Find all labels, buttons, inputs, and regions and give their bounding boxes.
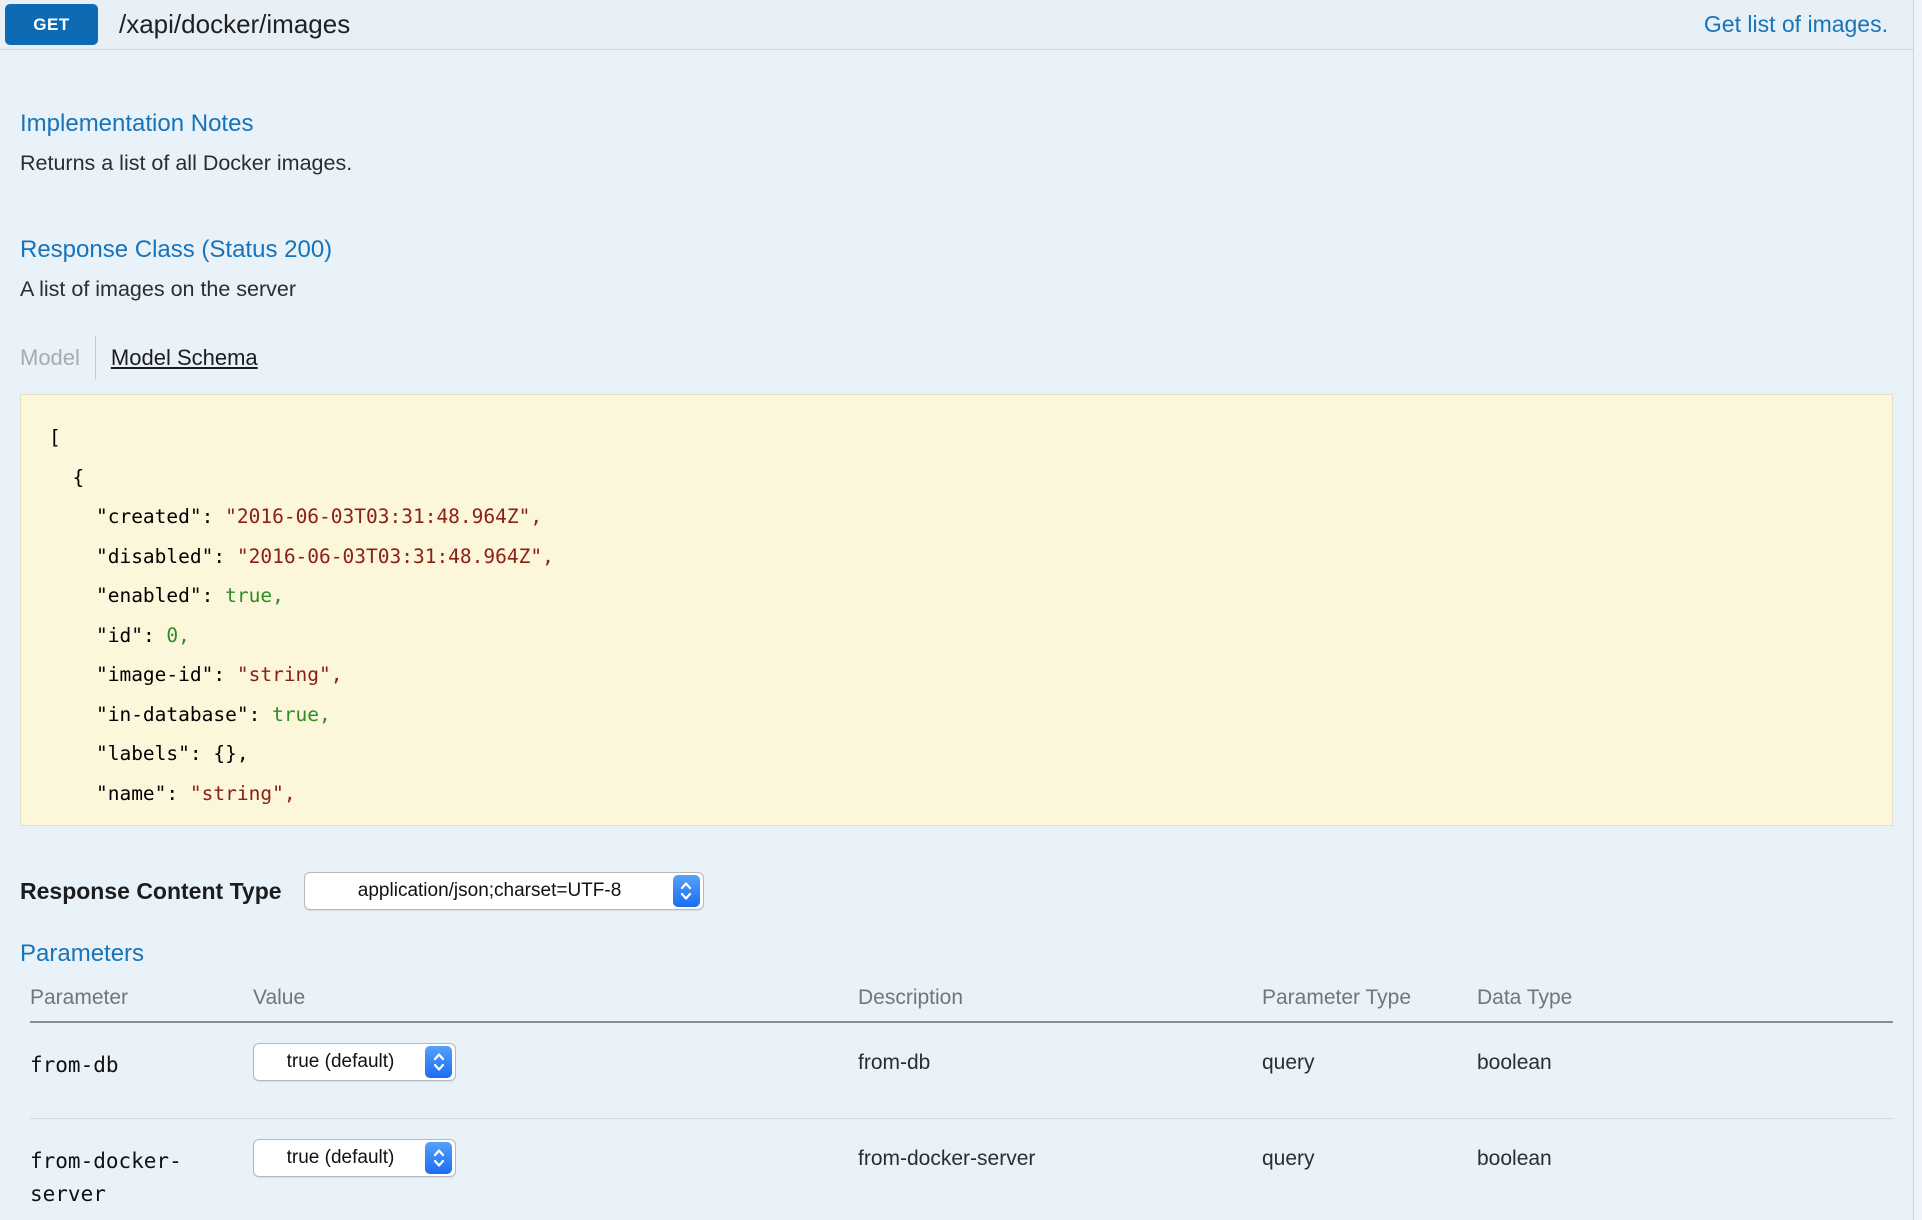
col-header-description: Description <box>858 986 1262 1010</box>
select-chevrons-icon <box>425 1142 452 1174</box>
response-class-heading: Response Class (Status 200) <box>20 236 1893 264</box>
operation-summary-link[interactable]: Get list of images. <box>1704 11 1888 38</box>
from-db-value-select[interactable]: true (default) <box>253 1043 456 1081</box>
operation-content: Implementation Notes Returns a list of a… <box>0 110 1913 1220</box>
model-schema-code-block[interactable]: [ { "created": "2016-06-03T03:31:48.964Z… <box>20 394 1893 826</box>
swagger-operation-panel: GET /xapi/docker/images Get list of imag… <box>0 0 1914 1220</box>
implementation-notes-heading: Implementation Notes <box>20 110 1893 138</box>
response-content-type-select[interactable]: application/json;charset=UTF-8 <box>304 872 704 910</box>
response-content-type-value: application/json;charset=UTF-8 <box>305 880 673 902</box>
col-header-data-type: Data Type <box>1477 986 1893 1010</box>
from-docker-server-value-select[interactable]: true (default) <box>253 1139 456 1177</box>
response-content-type-label: Response Content Type <box>20 878 282 905</box>
response-class-description: A list of images on the server <box>20 277 1893 302</box>
parameter-type: query <box>1262 1139 1477 1211</box>
col-header-value: Value <box>253 986 858 1010</box>
model-tabs: Model Model Schema <box>20 336 1893 380</box>
tab-model-schema[interactable]: Model Schema <box>111 345 258 371</box>
operation-header[interactable]: GET /xapi/docker/images Get list of imag… <box>0 0 1913 50</box>
col-header-parameter-type: Parameter Type <box>1262 986 1477 1010</box>
from-docker-server-selected-value: true (default) <box>254 1147 425 1169</box>
response-content-type-row: Response Content Type application/json;c… <box>20 872 1893 910</box>
parameter-row-from-docker-server: from-docker-server true (default) from-d… <box>30 1118 1893 1220</box>
endpoint-path-link[interactable]: /xapi/docker/images <box>119 9 350 40</box>
parameters-table: Parameter Value Description Parameter Ty… <box>20 986 1893 1220</box>
parameter-name: from-docker-server <box>30 1139 253 1211</box>
select-chevrons-icon <box>425 1046 452 1078</box>
col-header-parameter: Parameter <box>30 986 253 1010</box>
parameter-name: from-db <box>30 1043 253 1082</box>
parameters-heading: Parameters <box>20 940 1893 968</box>
parameter-data-type: boolean <box>1477 1043 1893 1082</box>
parameters-table-header: Parameter Value Description Parameter Ty… <box>30 986 1893 1023</box>
implementation-notes-text: Returns a list of all Docker images. <box>20 151 1893 176</box>
tab-divider <box>95 336 96 380</box>
parameter-description: from-docker-server <box>858 1139 1262 1211</box>
select-chevrons-icon <box>673 875 700 907</box>
parameter-description: from-db <box>858 1043 1262 1082</box>
parameter-data-type: boolean <box>1477 1139 1893 1211</box>
model-schema-json: [ { "created": "2016-06-03T03:31:48.964Z… <box>49 418 1872 813</box>
tab-model[interactable]: Model <box>20 345 80 371</box>
parameter-type: query <box>1262 1043 1477 1082</box>
from-db-selected-value: true (default) <box>254 1051 425 1073</box>
parameter-row-from-db: from-db true (default) from-db query <box>30 1023 1893 1118</box>
http-method-badge[interactable]: GET <box>5 4 98 45</box>
